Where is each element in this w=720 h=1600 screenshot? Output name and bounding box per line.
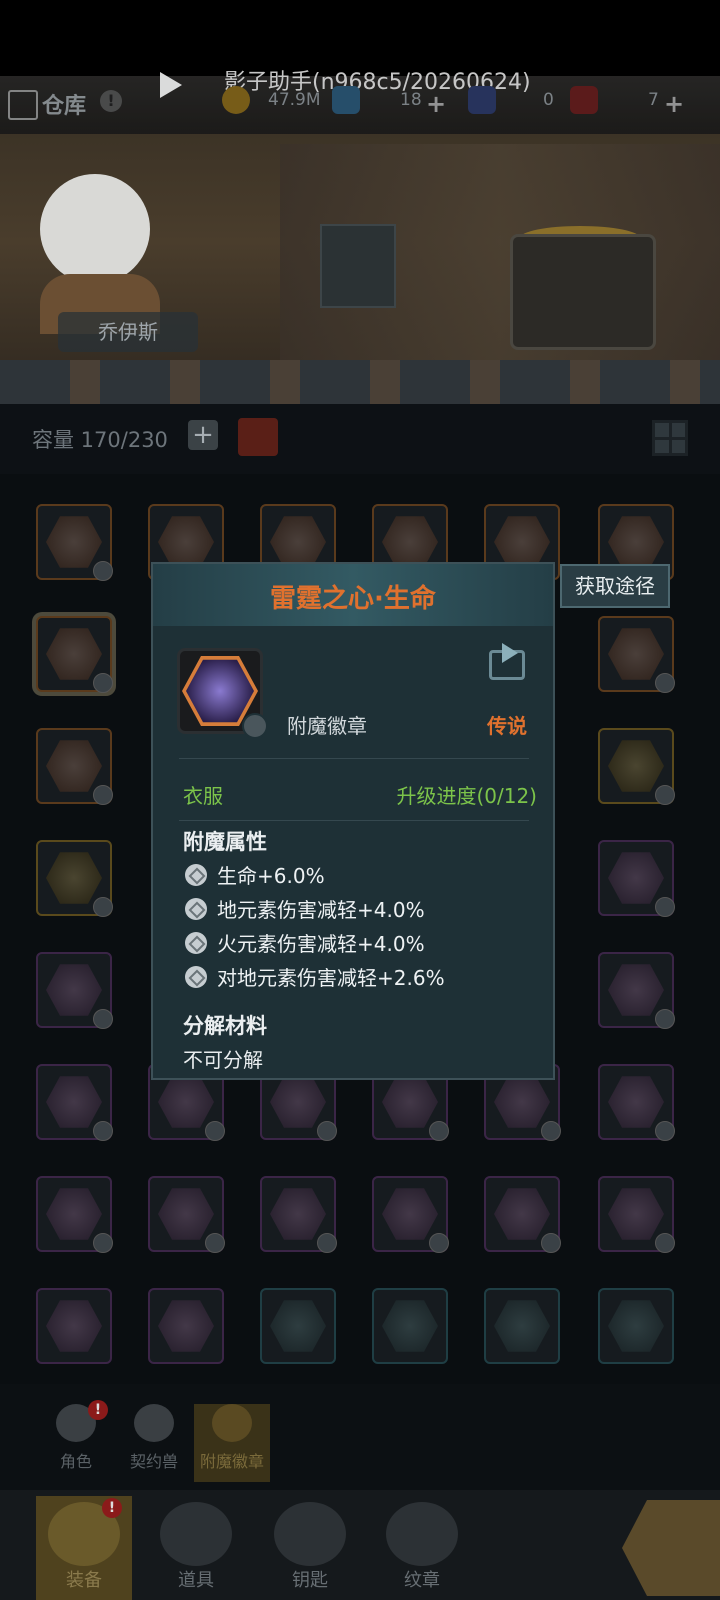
decompose-material-title: 分解材料 (183, 1014, 267, 1038)
upgrade-progress: 升级进度(0/12) (396, 784, 537, 808)
treasure-chest (510, 234, 656, 350)
grid-view-icon[interactable] (652, 420, 688, 456)
decompose-material-value: 不可分解 (183, 1048, 263, 1072)
inventory-slot[interactable] (148, 1176, 225, 1253)
attribute-row: 地元素伤害减轻+4.0% (185, 894, 425, 923)
clothes-slot-icon (242, 713, 268, 739)
divider (179, 758, 529, 759)
warehouse-label: 仓库 (42, 94, 87, 119)
tab-character[interactable]: 角色 ! (38, 1400, 114, 1482)
item-icon (177, 648, 268, 739)
category-tabs: 角色 ! 契约兽 附魔徽章 (0, 1384, 720, 1490)
tab-character-label: 角色 (59, 1452, 92, 1471)
capacity-bar: 容量 170/230 + (0, 404, 720, 474)
crate (320, 224, 396, 308)
inventory-slot[interactable] (598, 1288, 674, 1364)
chest-value: 7 (648, 90, 659, 110)
tab-enchant-badge-label: 附魔徽章 (199, 1452, 264, 1471)
nav-items-label: 道具 (178, 1570, 214, 1591)
inventory-slot-selected[interactable] (36, 616, 113, 693)
tab-contract-beast-label: 契约兽 (129, 1452, 178, 1471)
warehouse-icon (8, 90, 38, 120)
tab-contract-beast[interactable]: 契约兽 (116, 1404, 192, 1482)
inventory-slot[interactable] (598, 1064, 675, 1141)
inventory-slot[interactable] (36, 1064, 113, 1141)
emblem-icon (386, 1502, 458, 1566)
nav-emblems-label: 纹章 (404, 1570, 440, 1591)
item-title: 雷霆之心·生命 (270, 584, 436, 614)
attribute-icon (185, 898, 207, 920)
inventory-slot[interactable] (372, 1288, 448, 1364)
gem-icon (332, 86, 360, 114)
inventory-slot[interactable] (36, 952, 113, 1029)
top-bar: 影子助手(n968c5/20260624) 仓库 ! 47.9M 18 + 0 … (0, 70, 720, 134)
info-icon[interactable]: ! (100, 90, 122, 112)
nav-items[interactable]: 道具 (148, 1496, 244, 1600)
chest-plus-button[interactable]: + (664, 90, 684, 118)
gem-value: 18 (400, 90, 422, 110)
key-icon (274, 1502, 346, 1566)
inventory-slot[interactable] (36, 728, 113, 805)
nav-keys-label: 钥匙 (292, 1570, 328, 1591)
inventory-slot[interactable] (260, 1176, 337, 1253)
clothes-ticket-icon (468, 86, 496, 114)
inventory-slot[interactable] (260, 1288, 336, 1364)
badge-icon (212, 1404, 252, 1442)
gold-value: 47.9M (268, 90, 321, 110)
hero-name: 乔伊斯 (58, 312, 198, 352)
enchant-attributes-title: 附魔属性 (183, 830, 267, 854)
alert-badge: ! (88, 1400, 108, 1420)
divider (179, 820, 529, 821)
acquire-path-button[interactable]: 获取途径 (560, 564, 670, 608)
nav-keys[interactable]: 钥匙 (262, 1496, 358, 1600)
attribute-row: 对地元素伤害减轻+2.6% (185, 962, 445, 991)
inventory-slot[interactable] (598, 840, 675, 917)
clothes-value: 0 (543, 90, 554, 110)
chest-ticket-icon (570, 86, 598, 114)
inventory-slot[interactable] (36, 840, 113, 917)
inventory-slot[interactable] (598, 952, 675, 1029)
gold-coin-icon (222, 86, 250, 114)
item-detail-popup: 雷霆之心·生命 附魔徽章 传说 衣服 升级进度(0/12) 附魔属性 生命+6.… (151, 562, 555, 1080)
hero-portrait (30, 154, 160, 334)
expand-capacity-button[interactable]: + (188, 420, 218, 450)
paw-icon (134, 1404, 174, 1442)
floor (0, 360, 720, 404)
attribute-icon (185, 932, 207, 954)
inventory-slot[interactable] (36, 504, 113, 581)
bag-icon (160, 1502, 232, 1566)
bottom-nav: 装备 ! 道具 钥匙 纹章 (0, 1490, 720, 1600)
inventory-slot[interactable] (598, 616, 675, 693)
share-icon[interactable] (489, 643, 525, 680)
item-type: 附魔徽章 (287, 714, 367, 738)
attribute-icon (185, 864, 207, 886)
gem-plus-button[interactable]: + (426, 90, 446, 118)
inventory-slot[interactable] (36, 1288, 112, 1364)
recycle-bin-icon[interactable] (238, 418, 278, 456)
attribute-icon (185, 966, 207, 988)
inventory-slot[interactable] (598, 1176, 675, 1253)
attribute-row: 生命+6.0% (185, 860, 325, 889)
inventory-slot[interactable] (372, 1176, 449, 1253)
attribute-row: 火元素伤害减轻+4.0% (185, 928, 425, 957)
inventory-slot[interactable] (36, 1176, 113, 1253)
inventory-slot[interactable] (148, 1288, 224, 1364)
capacity-label: 容量 170/230 (32, 428, 168, 452)
item-slot: 衣服 (183, 784, 223, 808)
hero-head (40, 174, 150, 284)
inventory-slot[interactable] (484, 1176, 561, 1253)
inventory-slot[interactable] (598, 728, 675, 805)
item-rarity: 传说 (487, 714, 527, 738)
nav-equipment-label: 装备 (66, 1570, 102, 1591)
tab-enchant-badge[interactable]: 附魔徽章 (194, 1404, 270, 1482)
nav-equipment[interactable]: 装备 ! (36, 1496, 132, 1600)
alert-badge: ! (102, 1498, 122, 1518)
inventory-slot[interactable] (484, 1288, 560, 1364)
nav-emblems[interactable]: 纹章 (374, 1496, 470, 1600)
